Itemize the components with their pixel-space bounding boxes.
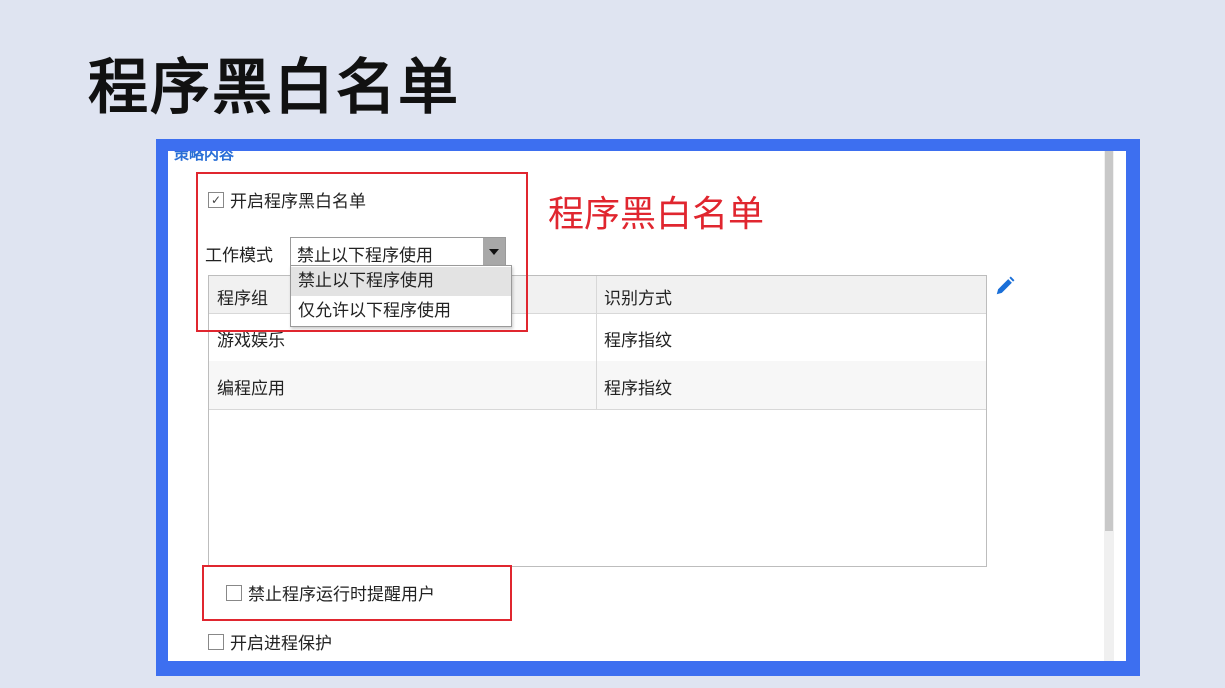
vertical-scrollbar[interactable] [1104,151,1114,661]
callout-label: 程序黑白名单 [548,194,765,235]
highlight-box-blacklist [196,172,528,332]
pencil-icon[interactable] [994,275,1016,297]
highlight-box-remind [202,565,512,621]
process-protect-checkbox[interactable] [208,633,224,650]
scrollbar-thumb[interactable] [1105,151,1113,531]
cell-recognition-method: 程序指纹 [604,379,672,399]
column-divider [596,276,597,409]
process-protect-label: 开启进程保护 [230,634,332,654]
cell-program-group: 编程应用 [217,379,285,399]
cell-recognition-method: 程序指纹 [604,331,672,351]
slide-title: 程序黑白名单 [88,53,460,123]
table-row[interactable]: 编程应用 程序指纹 [209,361,986,410]
section-header: 策略内容 [174,151,235,163]
column-header-recognition-method[interactable]: 识别方式 [604,284,672,309]
process-protect-row[interactable]: 开启进程保护 [208,629,332,654]
